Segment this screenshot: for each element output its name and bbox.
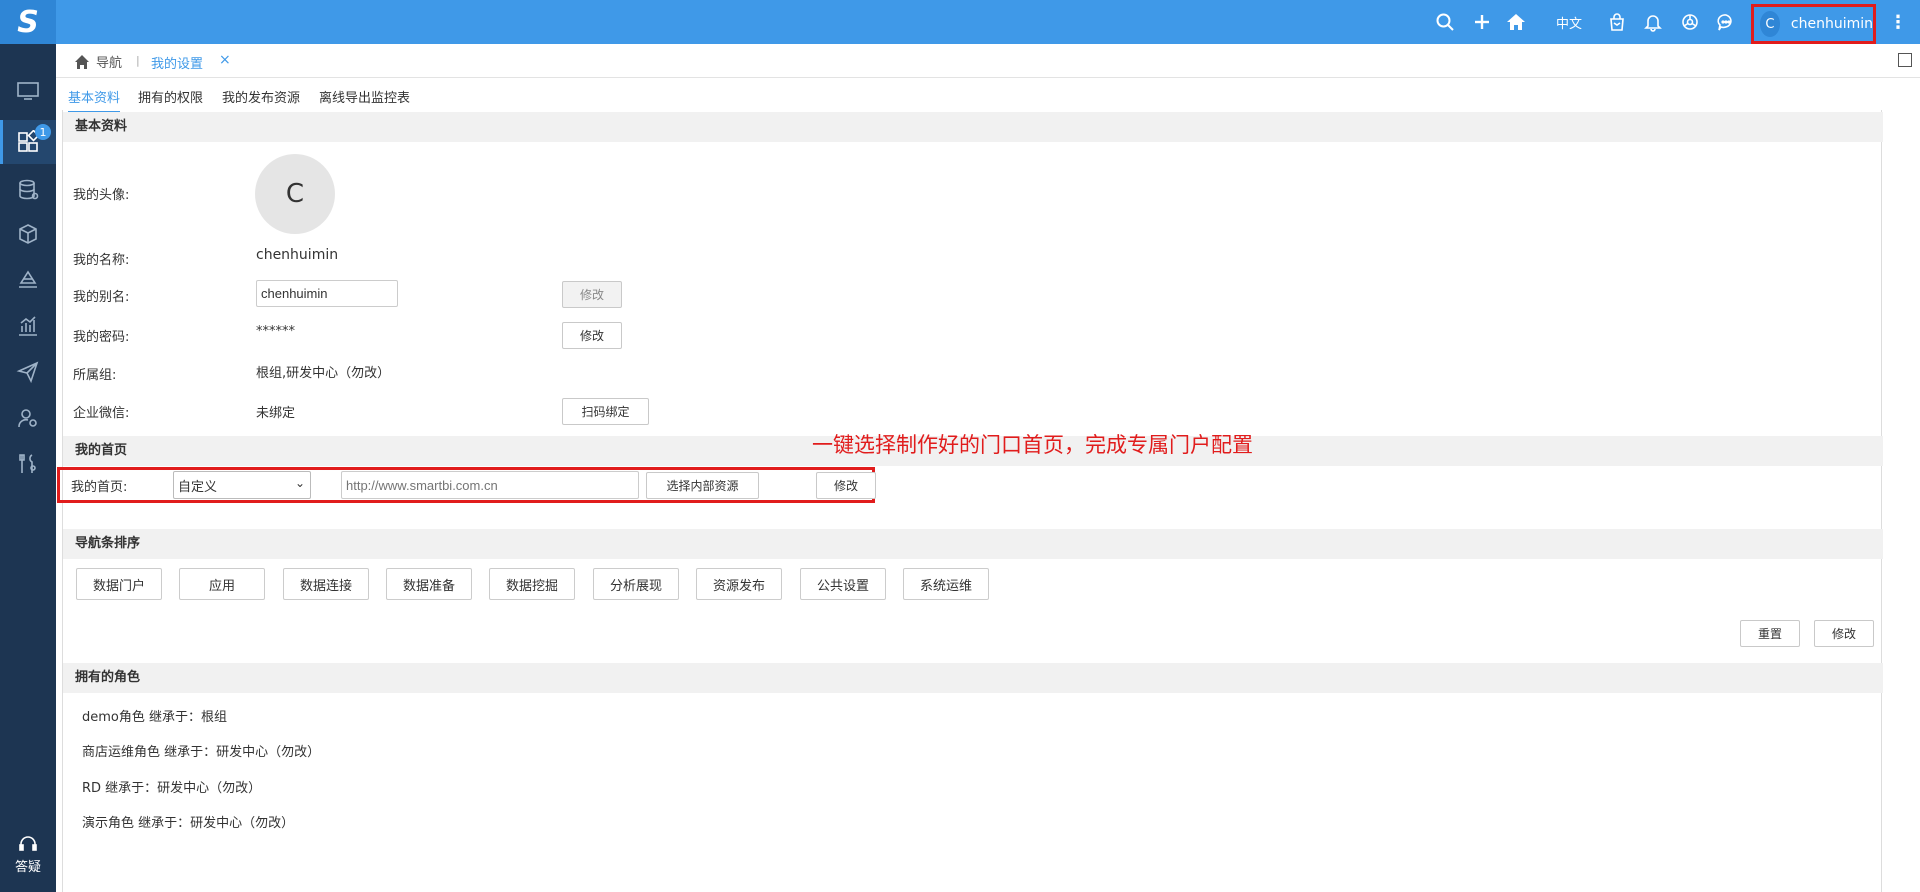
database-icon <box>19 179 39 200</box>
group-label: 所属组: <box>73 368 117 383</box>
wechat-value: 未绑定 <box>256 406 296 421</box>
subtab-permissions[interactable]: 拥有的权限 <box>138 87 203 106</box>
settings-panel: 基本资料 我的头像: C 我的名称: chenhuimin 我的别名: 修改 我… <box>57 110 1883 892</box>
sidebar-item-ops[interactable] <box>0 442 56 486</box>
sidebar-item-settings[interactable] <box>0 396 56 440</box>
avatar: C <box>1760 11 1780 37</box>
wechat-label: 企业微信: <box>73 406 130 421</box>
nav-sort-item[interactable]: 数据准备 <box>386 568 472 600</box>
homepage-select-value: 自定义 <box>178 480 218 495</box>
nav-sort-item[interactable]: 资源发布 <box>696 568 782 600</box>
password-edit-button[interactable]: 修改 <box>562 322 622 349</box>
list-item: demo角色 继承于：根组 <box>82 710 227 725</box>
nav-sort-item[interactable]: 应用 <box>179 568 265 600</box>
send-icon <box>16 361 39 384</box>
homepage-edit-button[interactable]: 修改 <box>816 472 876 499</box>
homepage-label: 我的首页: <box>71 480 128 495</box>
close-icon[interactable]: × <box>219 52 231 68</box>
nav-sort-item[interactable]: 系统运维 <box>903 568 989 600</box>
help-button[interactable]: 答疑 <box>0 834 56 875</box>
home-icon[interactable] <box>1505 11 1527 33</box>
hub-icon[interactable] <box>1679 11 1701 33</box>
avatar[interactable]: C <box>255 154 335 234</box>
plus-icon[interactable] <box>1471 11 1493 33</box>
sidebar-item-data-mining[interactable] <box>0 258 56 302</box>
nav-sort-item[interactable]: 公共设置 <box>800 568 886 600</box>
annotation-text: 一键选择制作好的门口首页，完成专属门户配置 <box>812 433 1253 457</box>
alias-edit-button[interactable]: 修改 <box>562 281 622 308</box>
sidebar-item-publish[interactable] <box>0 350 56 394</box>
group-value: 根组,研发中心（勿改） <box>256 366 391 381</box>
sidebar-item-apps[interactable]: 1 <box>0 120 56 164</box>
nav-sort-item[interactable]: 数据门户 <box>76 568 162 600</box>
cube-icon <box>19 224 37 244</box>
nav-sort-item[interactable]: 数据连接 <box>283 568 369 600</box>
tab-my-settings[interactable]: 我的设置 <box>151 53 203 72</box>
tab-separator: | <box>136 54 140 67</box>
language-switch[interactable]: 中文 <box>1556 13 1582 32</box>
bag-icon[interactable] <box>1606 11 1628 33</box>
maximize-icon[interactable] <box>1898 53 1912 67</box>
sidebar-item-data-prep[interactable] <box>0 212 56 256</box>
list-item: 演示角色 继承于：研发中心（勿改） <box>82 816 295 831</box>
search-icon[interactable] <box>1434 11 1456 33</box>
sidebar-item-data-connect[interactable] <box>0 168 56 212</box>
notification-badge: 1 <box>35 124 51 140</box>
app-logo[interactable]: S <box>0 0 56 44</box>
alias-label: 我的别名: <box>73 290 130 305</box>
home-icon <box>75 54 89 69</box>
wechat-bind-button[interactable]: 扫码绑定 <box>562 398 649 425</box>
sidebar: 1 答疑 <box>0 44 56 892</box>
tab-strip: 导航 | 我的设置 × <box>56 44 1920 78</box>
logo-text: S <box>17 4 39 40</box>
tab-navigation-label: 导航 <box>96 56 123 71</box>
name-label: 我的名称: <box>73 253 130 268</box>
chevron-down-icon: ⌄ <box>294 476 305 490</box>
chat-icon[interactable] <box>1715 11 1737 33</box>
subtab-offline-export[interactable]: 离线导出监控表 <box>319 87 410 106</box>
user-menu[interactable]: C chenhuimin <box>1751 4 1876 44</box>
section-header-roles: 拥有的角色 <box>63 663 1883 693</box>
nav-sort-edit-button[interactable]: 修改 <box>1814 620 1874 647</box>
nav-sort-item[interactable]: 数据挖掘 <box>489 568 575 600</box>
sidebar-item-portal[interactable] <box>0 69 56 113</box>
sidebar-item-analysis[interactable] <box>0 304 56 348</box>
chart-icon <box>19 316 37 336</box>
nav-sort-item[interactable]: 分析展现 <box>593 568 679 600</box>
bell-icon[interactable] <box>1642 11 1664 33</box>
user-name: chenhuimin <box>1790 16 1873 32</box>
tools-icon <box>19 454 36 473</box>
user-gear-icon <box>18 409 37 428</box>
password-label: 我的密码: <box>73 330 130 345</box>
homepage-type-select[interactable]: 自定义 ⌄ <box>173 471 311 499</box>
list-item: RD 继承于：研发中心（勿改） <box>82 781 262 796</box>
layers-icon <box>19 270 37 288</box>
headset-icon <box>19 836 37 851</box>
section-header-nav-sort: 导航条排序 <box>63 529 1883 559</box>
monitor-icon <box>17 82 39 100</box>
list-item: 商店运维角色 继承于：研发中心（勿改） <box>82 745 321 760</box>
avatar-label: 我的头像: <box>73 188 130 203</box>
homepage-url-input[interactable] <box>341 471 639 499</box>
choose-resource-button[interactable]: 选择内部资源 <box>646 472 759 499</box>
avatar-initial: C <box>285 179 305 209</box>
subtab-published-resources[interactable]: 我的发布资源 <box>222 87 300 106</box>
name-value: chenhuimin <box>256 247 339 263</box>
password-value: ****** <box>256 324 295 339</box>
section-header-basic: 基本资料 <box>63 112 1883 142</box>
reset-button[interactable]: 重置 <box>1740 620 1800 647</box>
top-bar: S 中文 C chenhuimin ⋮ <box>0 0 1920 44</box>
help-label: 答疑 <box>14 860 41 875</box>
tab-navigation[interactable]: 导航 <box>74 52 122 71</box>
alias-input[interactable] <box>256 280 398 307</box>
more-vertical-icon[interactable]: ⋮ <box>1889 12 1907 33</box>
